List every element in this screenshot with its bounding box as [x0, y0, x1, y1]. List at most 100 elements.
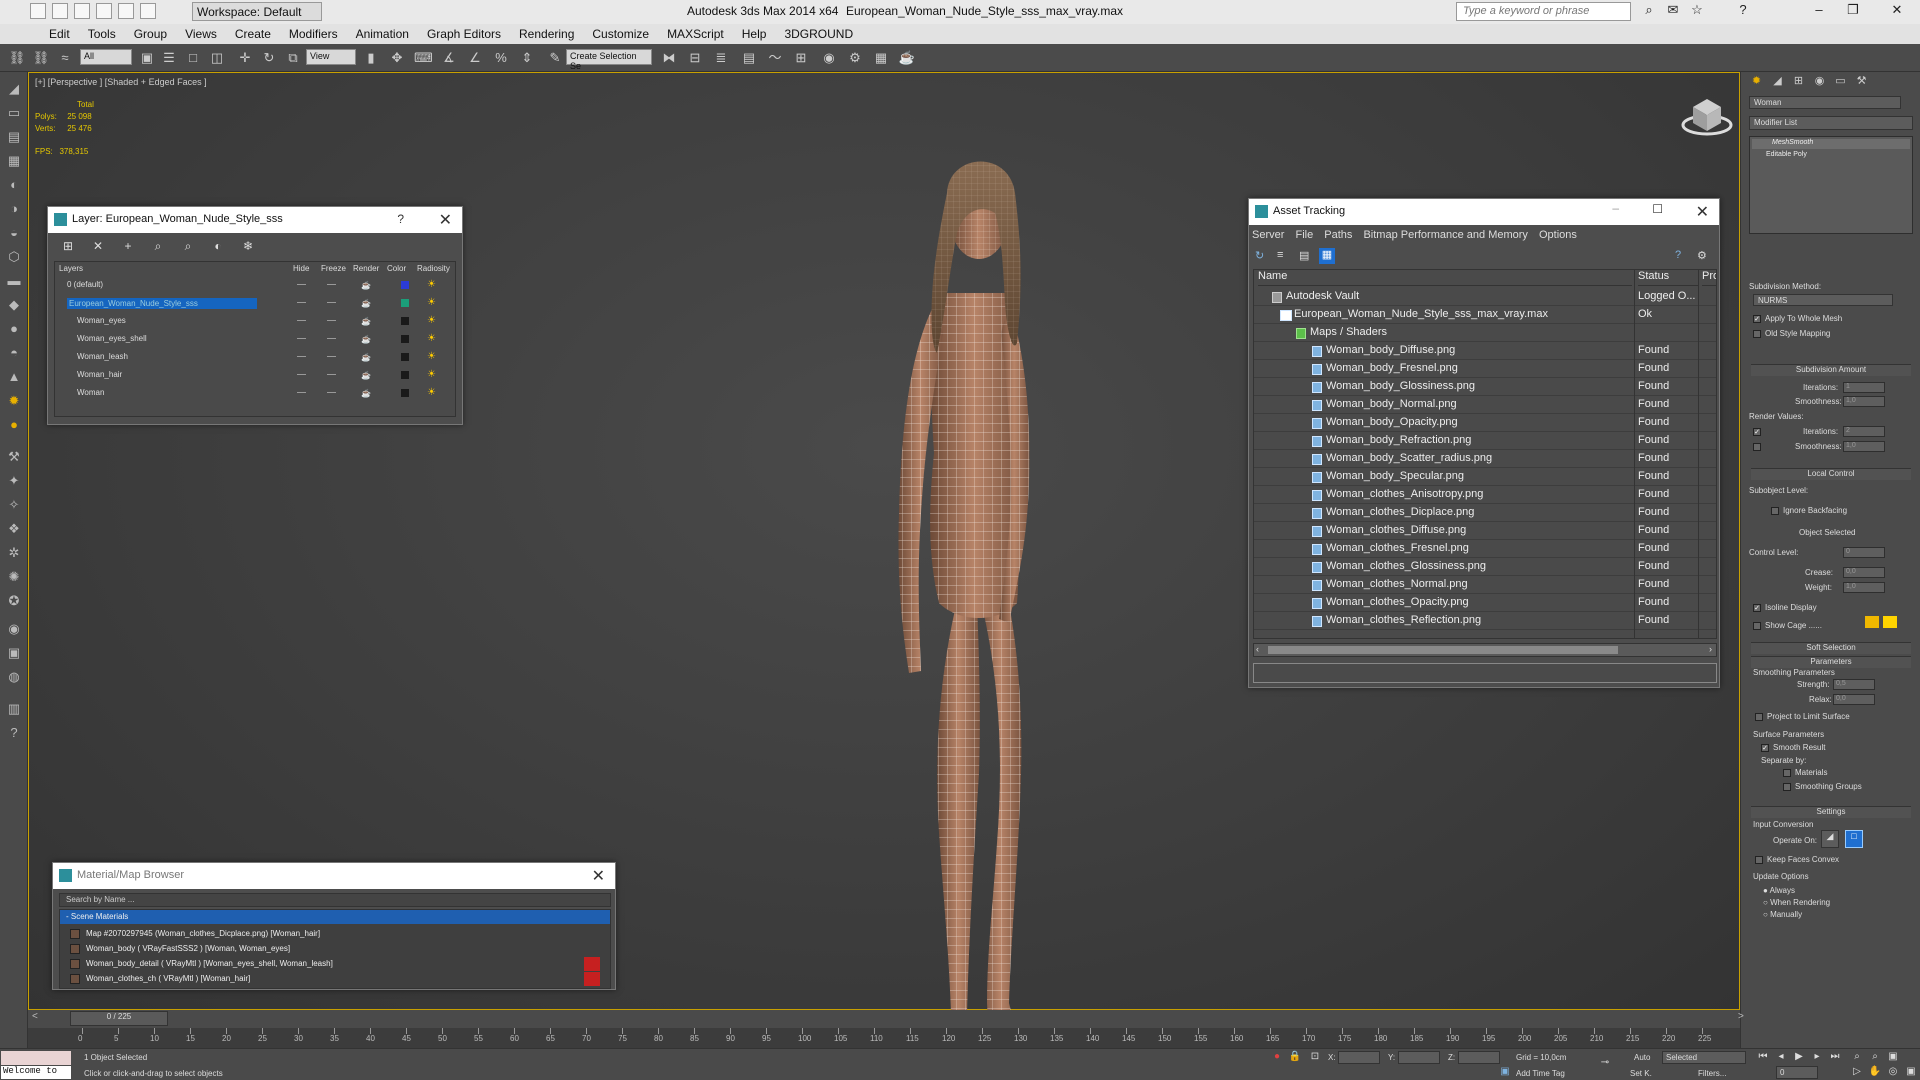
- menu-edit[interactable]: Edit: [40, 27, 79, 41]
- layer-render-teapot-icon[interactable]: ☕: [361, 317, 371, 326]
- go-to-end-icon[interactable]: ⏭: [1828, 1051, 1842, 1065]
- weight-spinner[interactable]: 1,0: [1843, 582, 1885, 593]
- project-folder-icon[interactable]: [140, 3, 156, 19]
- layer-radiosity-icon[interactable]: ☀: [427, 351, 436, 362]
- asset-minimize-icon[interactable]: –: [1612, 201, 1619, 215]
- layer-hide-toggle[interactable]: [297, 338, 306, 339]
- operate-on-polygons-icon[interactable]: □: [1845, 830, 1863, 848]
- strip-tool-icon-10[interactable]: ◆: [5, 296, 23, 314]
- snaps-toggle-icon[interactable]: ∡: [440, 49, 458, 67]
- asset-row[interactable]: Woman_clothes_Anisotropy.png Found: [1254, 486, 1716, 504]
- refresh-icon[interactable]: ↻: [1255, 249, 1264, 262]
- layer-color-swatch[interactable]: [401, 335, 409, 343]
- menu-tools[interactable]: Tools: [79, 27, 125, 41]
- asset-help-icon[interactable]: ?: [1675, 249, 1681, 261]
- layer-row[interactable]: 0 (default) ☕ ☀: [55, 276, 455, 294]
- layer-freeze-toggle[interactable]: [327, 374, 336, 375]
- layer-hide-toggle[interactable]: [297, 374, 306, 375]
- key-filter-dropdown[interactable]: Selected: [1662, 1051, 1746, 1064]
- stack-item-editable-poly[interactable]: Editable Poly: [1752, 151, 1910, 161]
- apply-whole-mesh-checkbox[interactable]: ✓: [1753, 315, 1761, 323]
- track-bar[interactable]: 0 5 10 15 20 25 30 35 40 45 50 55 60 65 70 75 80 85 90 95 10…: [28, 1028, 1740, 1048]
- asset-row[interactable]: Woman_body_Glossiness.png Found: [1254, 378, 1716, 396]
- curve-editor-icon[interactable]: 〜: [766, 49, 784, 67]
- render-iterations-checkbox[interactable]: ✓: [1753, 428, 1761, 436]
- material-editor-icon[interactable]: ◉: [820, 49, 838, 67]
- strip-tool-icon-5[interactable]: ◐: [5, 176, 23, 194]
- selection-filter-dropdown[interactable]: All: [80, 49, 132, 65]
- time-tag-icon[interactable]: ▣: [1498, 1066, 1512, 1080]
- selection-lock-icon[interactable]: 🔒: [1288, 1051, 1302, 1065]
- graphite-tools-icon[interactable]: ▤: [740, 49, 758, 67]
- strip-tool-icon-16[interactable]: ⚒: [5, 448, 23, 466]
- y-coord-field[interactable]: [1398, 1051, 1440, 1064]
- asset-horizontal-scrollbar[interactable]: ‹ ›: [1253, 643, 1717, 657]
- hierarchy-tab-icon[interactable]: ⊞: [1791, 74, 1806, 89]
- set-key-button[interactable]: Set K.: [1630, 1069, 1652, 1078]
- strip-tool-icon-7[interactable]: ◒: [5, 224, 23, 242]
- select-manipulate-icon[interactable]: ✥: [388, 49, 406, 67]
- local-control-rollout[interactable]: Local Control: [1751, 468, 1911, 480]
- asset-row[interactable]: Autodesk Vault Logged O...: [1254, 288, 1716, 306]
- layer-hide-toggle[interactable]: [297, 302, 306, 303]
- play-icon[interactable]: ▶: [1792, 1051, 1806, 1065]
- keep-faces-convex-checkbox[interactable]: [1755, 856, 1763, 864]
- layer-row[interactable]: Woman ☕ ☀: [55, 384, 455, 402]
- layer-color-swatch[interactable]: [401, 371, 409, 379]
- time-slider[interactable]: 0 / 225: [70, 1011, 168, 1026]
- bind-space-warp-icon[interactable]: ≈: [56, 49, 74, 67]
- col-status[interactable]: Status: [1638, 270, 1698, 286]
- layer-render-teapot-icon[interactable]: ☕: [361, 389, 371, 398]
- spinner-snap-icon[interactable]: ⇕: [518, 49, 536, 67]
- asset-row[interactable]: Woman_clothes_Normal.png Found: [1254, 576, 1716, 594]
- next-frame-icon-button[interactable]: ▸: [1810, 1051, 1824, 1065]
- layer-radiosity-icon[interactable]: ☀: [427, 297, 436, 308]
- material-search-input[interactable]: Search by Name ...: [59, 893, 611, 907]
- scroll-thumb[interactable]: [1268, 646, 1618, 654]
- asset-dialog-close-icon[interactable]: ✕: [1696, 202, 1709, 222]
- window-crossing-icon[interactable]: ◫: [208, 49, 226, 67]
- create-tab-icon[interactable]: ✹: [1749, 74, 1764, 89]
- scene-materials-group[interactable]: - Scene Materials: [60, 910, 610, 924]
- crease-spinner[interactable]: 0,0: [1843, 567, 1885, 578]
- asset-row[interactable]: Woman_body_Fresnel.png Found: [1254, 360, 1716, 378]
- display-tab-icon[interactable]: ▭: [1833, 74, 1848, 89]
- save-file-icon[interactable]: [74, 3, 90, 19]
- align-icon[interactable]: ⊟: [686, 49, 704, 67]
- strip-tool-icon-19[interactable]: ❖: [5, 520, 23, 538]
- close-icon[interactable]: ✕: [1884, 2, 1910, 20]
- mirror-icon[interactable]: ⧓: [660, 49, 678, 67]
- layer-freeze-toggle[interactable]: [327, 302, 336, 303]
- strip-tool-icon-26[interactable]: ▥: [5, 700, 23, 718]
- select-layer-objects-icon[interactable]: ⌕: [150, 239, 166, 255]
- parameters-rollout[interactable]: Parameters: [1751, 656, 1911, 668]
- cage-color-swatch-1[interactable]: [1865, 616, 1879, 628]
- strip-tool-icon-21[interactable]: ✺: [5, 568, 23, 586]
- render-iterations-spinner[interactable]: 2: [1843, 426, 1885, 437]
- asset-row[interactable]: Woman_clothes_Dicplace.png Found: [1254, 504, 1716, 522]
- layer-color-swatch[interactable]: [401, 353, 409, 361]
- pivot-center-icon[interactable]: ▮: [362, 49, 380, 67]
- col-layers[interactable]: Layers: [59, 264, 83, 273]
- layer-color-swatch[interactable]: [401, 281, 409, 289]
- update-manually-radio[interactable]: ○ Manually: [1763, 910, 1802, 919]
- isolate-selection-icon[interactable]: ●: [1270, 1051, 1284, 1065]
- minimize-icon[interactable]: –: [1806, 2, 1832, 20]
- field-of-view-icon[interactable]: ▷: [1850, 1066, 1864, 1080]
- zoom-extents-icon[interactable]: ▣: [1886, 1051, 1900, 1065]
- strip-tool-icon-20[interactable]: ✲: [5, 544, 23, 562]
- operate-on-triangles-icon[interactable]: ◢: [1821, 830, 1839, 848]
- select-scale-icon[interactable]: ⧉: [284, 49, 302, 67]
- asset-menu-bitmap-performance[interactable]: Bitmap Performance and Memory: [1363, 229, 1527, 241]
- layer-name[interactable]: Woman_leash: [77, 352, 128, 361]
- detail-view-icon[interactable]: ▤: [1299, 249, 1309, 262]
- pan-view-icon[interactable]: ✋: [1868, 1066, 1882, 1080]
- schematic-view-icon[interactable]: ⊞: [792, 49, 810, 67]
- key-filters-button[interactable]: Filters...: [1698, 1069, 1726, 1078]
- link-icon[interactable]: ⛓: [8, 49, 26, 67]
- layer-help-button[interactable]: ?: [397, 212, 404, 226]
- angle-snap-icon[interactable]: ∠: [466, 49, 484, 67]
- asset-options-icon[interactable]: ⚙: [1697, 249, 1707, 262]
- layer-name[interactable]: Woman: [77, 388, 104, 397]
- viewcube-icon[interactable]: [1679, 91, 1735, 141]
